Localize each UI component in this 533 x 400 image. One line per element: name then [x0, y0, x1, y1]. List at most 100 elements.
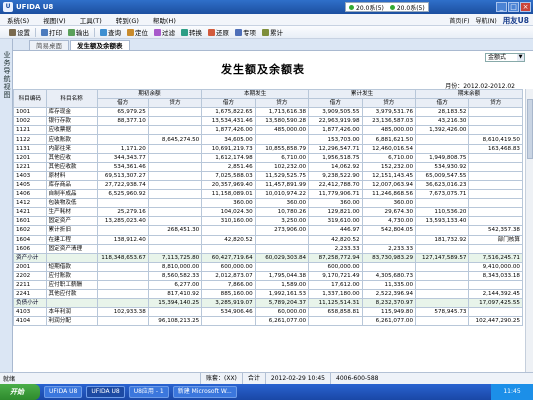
amount-cell [415, 225, 470, 236]
table-row[interactable]: 2202 应付账款 8,560,582.33 2,012,873.07 1,795,04… [13, 270, 523, 281]
header-debit: 借方 [96, 98, 149, 109]
amount-cell: 42,820.52 [308, 234, 363, 245]
amount-cell: 13,285,023.40 [96, 216, 149, 227]
table-row[interactable]: 1412 包装物及低 360.00 360.00 360.00 360.00 [13, 198, 523, 209]
account-code: 资产小计 [13, 252, 47, 263]
amount-cell [468, 152, 523, 163]
header-credit: 贷方 [468, 98, 523, 109]
menu-help[interactable]: 帮助(H) [146, 15, 183, 25]
amount-cell: 69,513,307.27 [96, 170, 149, 181]
amount-cell [147, 216, 203, 227]
amount-cell: 152,232.00 [361, 161, 417, 172]
amount-cell: 2,233.33 [308, 243, 363, 254]
export-button[interactable]: 输出 [65, 27, 92, 37]
business-nav-label[interactable]: 业务导航视图 [0, 39, 14, 111]
maximize-button[interactable]: □ [508, 2, 519, 12]
query-button[interactable]: 查询 [97, 27, 124, 37]
amount-cell: 1,171.20 [96, 143, 149, 154]
amount-cell: 163,468.83 [468, 143, 523, 154]
table-row[interactable]: 1002 银行存款 88,377.10 13,534,431.46 13,580,590… [13, 116, 523, 127]
amount-cell: 181,732.92 [415, 234, 470, 245]
start-button[interactable]: 开始 [0, 384, 40, 400]
restore-button[interactable]: 还原 [205, 27, 232, 37]
table-row[interactable]: 1421 生产耗材 25,279.16 104,024.30 10,780.26 129,… [13, 207, 523, 218]
chevron-down-icon[interactable]: ▼ [517, 54, 524, 61]
convert-button[interactable]: 转换 [178, 27, 205, 37]
special-button[interactable]: 专项 [232, 27, 259, 37]
tab-simple-desktop[interactable]: 简易桌面 [29, 40, 69, 50]
menu-goto[interactable]: 转到(G) [109, 15, 146, 25]
table-row[interactable]: 4103 本年利润 102,933.38 534,906.46 60,000.00 658… [13, 307, 523, 318]
minimize-button[interactable]: _ [496, 2, 507, 12]
table-row[interactable]: 1221 其他应收款 534,361.46 2,851.46 102,232.00 14,… [13, 161, 523, 172]
tab-balance-report[interactable]: 发生额及余额表 [70, 40, 130, 50]
taskbar-item[interactable]: UFIDA U8 [86, 386, 125, 398]
amount-cell: 1,992,161.53 [254, 289, 310, 300]
settings-button[interactable]: 设置 [6, 27, 33, 37]
close-button[interactable]: × [520, 2, 531, 12]
table-row[interactable]: 1406 自制半成品 6,525,960.92 11,158,089.01 10,010… [13, 189, 523, 200]
table-row[interactable]: 1122 应收账款 8,645,274.50 34,605.00 153,703.00 6… [13, 134, 523, 145]
amount-cell [361, 261, 417, 272]
table-row[interactable]: 2241 其他应付款 817,410.92 885,160.00 1,992,161.5… [13, 289, 523, 300]
table-row[interactable]: 1001 库存现金 65,979.25 1,675,822.65 1,713,616.3… [13, 107, 523, 118]
account-code: 1405 [13, 179, 47, 191]
amount-cell: 10,780.26 [254, 207, 310, 218]
amount-cell: 13,593,133.40 [415, 216, 470, 227]
taskbar-item[interactable]: U8应用 - 1 [128, 386, 169, 398]
taskbar-item[interactable]: UFIDA U8 [44, 386, 83, 398]
table-row[interactable]: 1403 原材料 69,513,307.27 7,025,588.03 11,529,5… [13, 170, 523, 181]
amount-cell [254, 234, 310, 245]
menu-view[interactable]: 视图(V) [36, 15, 73, 25]
header-name: 科目名称 [45, 88, 98, 109]
amount-cell: 7,866.00 [201, 279, 256, 291]
amount-cell: 1,337,180.00 [308, 289, 363, 300]
account-name [45, 252, 98, 263]
table-row[interactable]: 1131 内部往来 1,171.20 10,691,219.73 10,855,858.… [13, 143, 523, 154]
amount-cell: 6,277.00 [147, 279, 203, 291]
table-row[interactable]: 2211 应付职工薪酬 6,277.00 7,866.00 1,589.00 17,612… [13, 279, 523, 291]
subtotal-row[interactable]: 资产小计 118,348,653.67 7,113,725.80 60,427,719… [13, 252, 523, 263]
nav-link[interactable]: 导航(N) [476, 16, 497, 25]
taskbar-item[interactable]: 新建 Microsoft W... [172, 386, 237, 398]
table-row[interactable]: 1201 其他应收 344,343.77 1,612,174.98 6,710.00 1,… [13, 152, 523, 163]
amount-cell: 6,881,621.50 [361, 134, 417, 145]
table-row[interactable]: 1602 累计折旧 268,451.30 273,906.00 446.97 542,80… [13, 225, 523, 236]
amount-cell [254, 243, 310, 254]
filter-button[interactable]: 过滤 [151, 27, 178, 37]
amount-cell: 138,912.40 [96, 234, 149, 245]
vertical-scrollbar[interactable] [525, 89, 533, 372]
subtotal-row[interactable]: 负债小计 15,394,140.25 3,285,919.07 5,789,204.3… [13, 298, 523, 309]
special-icon [235, 28, 242, 36]
scrollbar-thumb[interactable] [527, 99, 533, 159]
menu-system[interactable]: 系统(S) [0, 15, 36, 25]
locate-button[interactable]: 定位 [124, 27, 151, 37]
table-row[interactable]: 4104 利润分配 96,108,213.25 6,261,077.00 6,261,0… [13, 316, 523, 327]
amount-cell: 3,285,919.07 [201, 298, 256, 309]
status-datetime: 2012-02-29 10:45 [264, 372, 330, 385]
print-button[interactable]: 打印 [38, 27, 65, 37]
amount-cell: 22,412,788.70 [308, 179, 363, 191]
account-name: 其他应收款 [45, 161, 98, 172]
cumulative-icon [262, 28, 269, 36]
amount-cell: 6,261,077.00 [361, 316, 417, 327]
table-row[interactable]: 1601 固定资产 13,285,023.40 310,160.00 3,250.00 3… [13, 216, 523, 227]
amount-cell: 10,691,219.73 [201, 143, 256, 154]
menu-tools[interactable]: 工具(T) [73, 15, 109, 25]
amount-cell [96, 289, 149, 300]
table-row[interactable]: 1405 库存商品 27,722,938.74 20,357,969.40 11,457… [13, 179, 523, 191]
home-link[interactable]: 首页(F) [449, 16, 469, 25]
amount-cell: 360.00 [201, 198, 256, 209]
amount-cell: 14,062.92 [308, 161, 363, 172]
amount-cell: 310,160.00 [201, 216, 256, 227]
cumulative-button[interactable]: 累计 [259, 27, 286, 37]
table-row[interactable]: 1604 在建工程 138,912.40 42,820.52 42,820.52 181,… [13, 234, 523, 245]
table-row[interactable]: 1121 应收票据 1,877,426.00 485,000.00 1,877,426.… [13, 125, 523, 136]
amount-cell: 9,238,522.90 [308, 170, 363, 181]
amount-cell: 319,610.00 [308, 216, 363, 227]
table-row[interactable]: 1606 固定资产清理 2,233.33 2,233.33 [13, 243, 523, 254]
settings-icon [9, 28, 16, 36]
report-title: 发生额及余额表 [221, 63, 305, 76]
business-nav-pane[interactable]: 业务导航视图 [0, 39, 13, 372]
table-row[interactable]: 2001 短期借款 8,810,000.00 600,000.00 600,000.00… [13, 261, 523, 272]
